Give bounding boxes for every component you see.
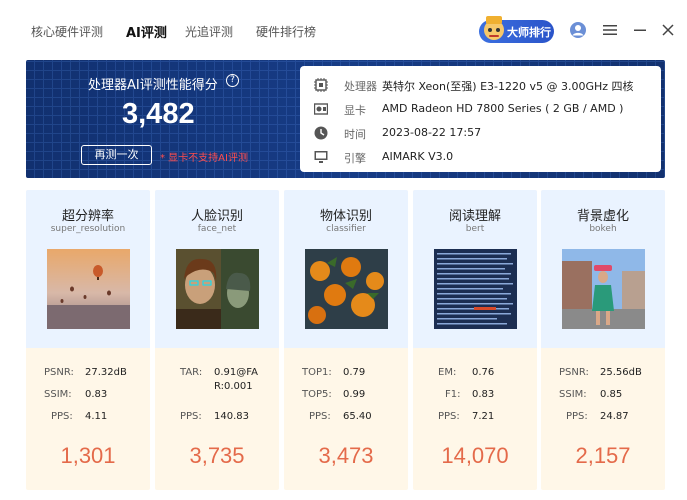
metric-value: 7.21 (472, 411, 495, 422)
metric-label: SSIM: (44, 389, 72, 400)
metric-value: 0.83 (85, 389, 108, 400)
metric-value: 27.32dB (85, 367, 127, 378)
balloons-image (47, 249, 130, 329)
metric-value: 24.87 (600, 411, 629, 422)
card-bokeh[interactable]: 背景虚化 bokeh PSNR: 25.56dB SSIM: 0.85 PPS:… (541, 190, 665, 490)
tab-hardware-ranking[interactable]: 硬件排行榜 (256, 23, 316, 40)
info-key: 显卡 (344, 104, 366, 117)
score-panel: 处理器AI评测性能得分 ? 3,482 再测一次 * 显卡不支持AI评测 处理器… (26, 60, 665, 178)
close-icon[interactable] (658, 20, 678, 40)
master-ranking-label: 大师排行 (507, 26, 551, 39)
mascot-icon (484, 16, 504, 40)
card-score: 2,157 (575, 443, 631, 468)
top-navigation: 核心硬件评测 AI评测 光追评测 硬件排行榜 大师排行 (0, 0, 687, 60)
metric-label: PSNR: (44, 367, 74, 378)
metric-label: EM: (438, 367, 457, 378)
gpu-icon (314, 103, 328, 115)
card-title: 阅读理解 (448, 209, 501, 224)
cpu-icon (314, 78, 328, 92)
card-subtitle: classifier (326, 224, 366, 234)
card-title: 物体识别 (319, 209, 372, 224)
card-super-resolution[interactable]: 超分辨率 super_resolution PSNR: 27.32dB SSIM… (26, 190, 150, 490)
faces-image (176, 249, 259, 329)
metric-value: 0.76 (472, 367, 495, 378)
metric-value: R:0.001 (214, 381, 253, 392)
metric-label: TOP5: (302, 389, 332, 400)
info-value: AIMARK V3.0 (382, 150, 454, 163)
metric-label: SSIM: (559, 389, 587, 400)
system-info-box: 处理器 英特尔 Xeon(至强) E3-1220 v5 @ 3.00GHz 四核… (300, 66, 661, 172)
card-score: 1,301 (60, 443, 116, 468)
gpu-warning: * 显卡不支持AI评测 (160, 153, 248, 164)
card-face-net[interactable]: 人脸识别 face_net TAR: 0.91@FA R:0.001 PPS: … (155, 190, 279, 490)
info-row-time: 时间 2023-08-22 17:57 (314, 124, 654, 144)
text-image (434, 249, 517, 329)
card-subtitle: bert (465, 224, 485, 234)
metric-label: PPS: (566, 411, 588, 422)
metric-value: 0.79 (343, 367, 366, 378)
info-row-gpu: 显卡 AMD Radeon HD 7800 Series ( 2 GB / AM… (314, 100, 654, 120)
retest-button[interactable]: 再测一次 (81, 145, 152, 165)
card-title: 人脸识别 (190, 209, 243, 224)
info-value: 2023-08-22 17:57 (382, 126, 482, 139)
card-title: 超分辨率 (61, 209, 114, 224)
metric-label: PSNR: (559, 367, 589, 378)
card-subtitle: bokeh (589, 224, 617, 234)
metric-value: 0.85 (600, 389, 623, 400)
card-subtitle: face_net (197, 224, 237, 234)
clock-icon (314, 126, 328, 140)
card-title: 背景虚化 (576, 209, 629, 224)
tab-core-hardware[interactable]: 核心硬件评测 (31, 23, 103, 40)
user-avatar-icon[interactable] (568, 20, 588, 40)
metric-value: 65.40 (343, 411, 372, 422)
metric-label: TAR: (180, 367, 203, 378)
info-key: 时间 (344, 128, 366, 141)
card-score: 3,735 (189, 443, 245, 468)
metric-value: 0.91@FA (214, 367, 258, 378)
monitor-icon (314, 151, 328, 163)
info-row-cpu: 处理器 英特尔 Xeon(至强) E3-1220 v5 @ 3.00GHz 四核 (314, 76, 654, 96)
info-row-engine: 引擎 AIMARK V3.0 (314, 148, 654, 168)
metric-label: PPS: (180, 411, 202, 422)
metric-value: 25.56dB (600, 367, 642, 378)
metric-value: 4.11 (85, 411, 108, 422)
info-key: 引擎 (344, 152, 366, 165)
score-title: 处理器AI评测性能得分 (88, 78, 218, 93)
metric-label: PPS: (309, 411, 331, 422)
metric-value: 0.83 (472, 389, 495, 400)
menu-icon[interactable] (600, 20, 620, 40)
card-bert[interactable]: 阅读理解 bert EM: 0.76 F1: 0.83 PPS: 7.21 14… (413, 190, 537, 490)
card-classifier[interactable]: 物体识别 classifier TOP1: 0.79 TOP5: 0.99 PP… (284, 190, 408, 490)
card-score: 3,473 (318, 443, 374, 468)
card-subtitle: super_resolution (50, 224, 126, 234)
info-value: 英特尔 Xeon(至强) E3-1220 v5 @ 3.00GHz 四核 (382, 80, 634, 93)
info-value: AMD Radeon HD 7800 Series ( 2 GB / AMD ) (382, 102, 624, 115)
oranges-image (305, 249, 388, 329)
minimize-icon[interactable] (630, 20, 650, 40)
metric-label: F1: (445, 389, 461, 400)
metric-value: 140.83 (214, 411, 249, 422)
metric-label: PPS: (51, 411, 73, 422)
metric-label: PPS: (438, 411, 460, 422)
street-image (562, 249, 645, 329)
tab-raytracing[interactable]: 光追评测 (185, 23, 233, 40)
tab-ai-benchmark[interactable]: AI评测 (126, 22, 167, 41)
card-score: 14,070 (441, 443, 509, 468)
help-icon[interactable]: ? (226, 74, 239, 87)
metric-value: 0.99 (343, 389, 366, 400)
total-score: 3,482 (122, 98, 195, 130)
info-key: 处理器 (344, 80, 377, 93)
master-ranking-button[interactable]: 大师排行 (479, 16, 554, 43)
metric-label: TOP1: (302, 367, 332, 378)
